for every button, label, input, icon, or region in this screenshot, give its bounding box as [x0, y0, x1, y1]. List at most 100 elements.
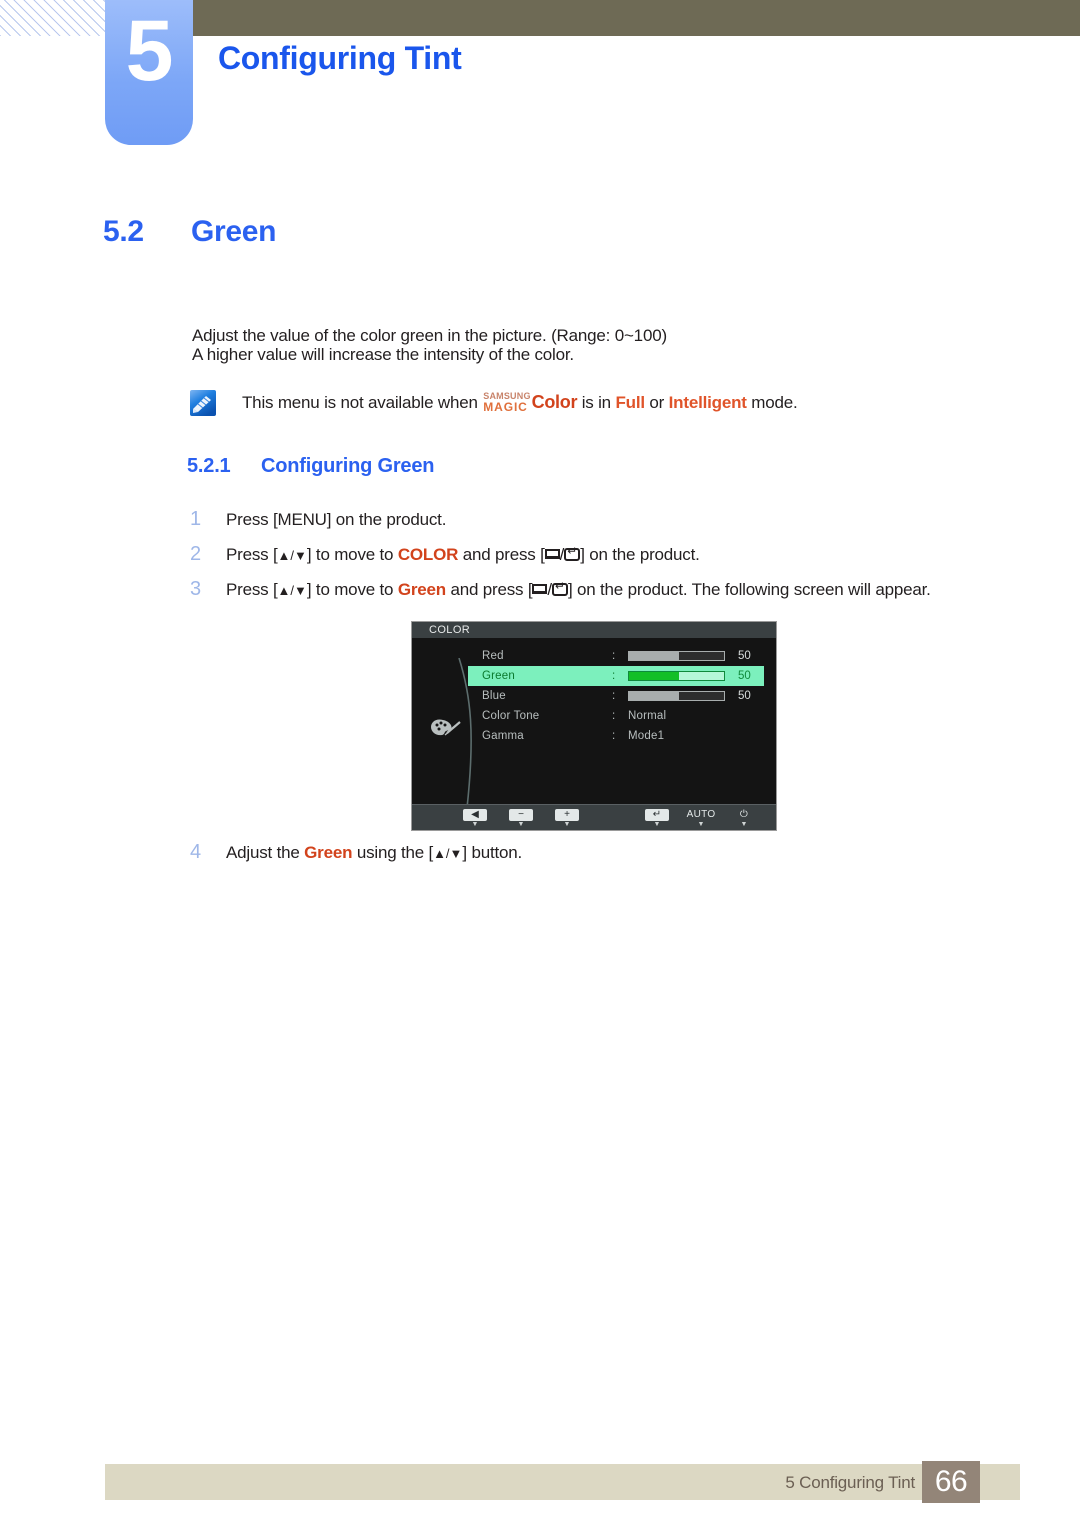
- power-icon: ⏻: [739, 809, 749, 820]
- osd-value-red: 50: [738, 650, 751, 662]
- hatch-pattern-decoration: [0, 0, 110, 36]
- subsection-number: 5.2.1: [187, 455, 231, 477]
- osd-value-color-tone: Normal: [628, 710, 667, 722]
- note-text-middle-2: or: [649, 393, 665, 412]
- description-paragraph-2: A higher value will increase the intensi…: [192, 345, 574, 364]
- osd-slider-blue[interactable]: [628, 691, 725, 701]
- osd-slider-fill: [629, 672, 680, 680]
- plus-icon: +: [555, 809, 579, 821]
- osd-color-menu-screenshot: COLOR Red : 50 Green: 50 Blue: 50 Colo…: [411, 621, 777, 831]
- osd-colon: :: [612, 670, 616, 682]
- osd-plus-button[interactable]: + ▼: [550, 808, 584, 828]
- left-arrow-icon: ◀: [463, 809, 487, 821]
- osd-colon: :: [612, 690, 616, 702]
- osd-slider-fill: [629, 652, 680, 660]
- step-2-text-b: ] to move to: [306, 545, 394, 564]
- source-button-icon: [544, 549, 560, 559]
- osd-colon: :: [612, 710, 616, 722]
- header-olive-bar: [110, 0, 1080, 36]
- section-heading: 5.2 Green: [103, 215, 277, 249]
- up-down-arrow-keys-icon: ▲/▼: [277, 548, 307, 563]
- note-pen-icon: [190, 390, 216, 416]
- step-4-text-c: ] button.: [462, 843, 523, 862]
- osd-label-red: Red: [482, 650, 504, 662]
- step-2-text-a: Press [: [226, 545, 278, 564]
- osd-row-gamma[interactable]: Gamma : Mode1: [468, 726, 764, 746]
- page-header: 5 Configuring Tint: [0, 0, 1080, 160]
- osd-label-color-tone: Color Tone: [482, 710, 540, 722]
- osd-value-blue: 50: [738, 690, 751, 702]
- chevron-down-icon: ▼: [517, 821, 525, 828]
- osd-colon: :: [612, 650, 616, 662]
- enter-button-icon: [564, 545, 581, 561]
- step-4-text-b: using the [: [356, 843, 434, 862]
- step-1-text: Press [MENU] on the product.: [226, 510, 447, 529]
- step-4-text-a: Adjust the: [226, 843, 300, 862]
- step-3-text-d: ] on the product. The following screen w…: [567, 580, 931, 599]
- note-text-after: mode.: [751, 393, 798, 412]
- osd-power-button[interactable]: ⏻ ▼: [727, 808, 761, 828]
- up-down-arrow-keys-icon: ▲/▼: [277, 583, 307, 598]
- note-mode-intelligent: Intelligent: [668, 393, 747, 412]
- step-3-text-b: ] to move to: [306, 580, 394, 599]
- step-4-number: 4: [190, 841, 201, 863]
- note-text: This menu is not available when SAMSUNG …: [242, 392, 798, 414]
- osd-title: COLOR: [429, 624, 471, 636]
- chapter-tab: 5: [105, 0, 193, 145]
- osd-row-color-tone[interactable]: Color Tone : Normal: [468, 706, 764, 726]
- step-2-text-d: ] on the product.: [580, 545, 700, 564]
- step-1-number: 1: [190, 508, 201, 530]
- chevron-down-icon: ▼: [740, 821, 748, 828]
- osd-left-arrow-button[interactable]: ◀ ▼: [458, 808, 492, 828]
- enter-button-icon: [551, 580, 568, 596]
- chevron-down-icon: ▼: [563, 821, 571, 828]
- subsection-title: Configuring Green: [261, 455, 435, 477]
- step-3-text-a: Press [: [226, 580, 278, 599]
- step-4-accent-green: Green: [304, 843, 353, 862]
- section-number: 5.2: [103, 215, 144, 248]
- step-3-number: 3: [190, 578, 201, 600]
- step-2-number: 2: [190, 543, 201, 565]
- osd-value-gamma: Mode1: [628, 730, 665, 742]
- osd-body: Red : 50 Green : 50 Blue : 50 Color Tone: [412, 638, 776, 809]
- up-down-arrow-keys-icon: ▲/▼: [433, 846, 463, 861]
- osd-row-green[interactable]: Green : 50: [468, 666, 764, 686]
- step-2-accent-color-menu: COLOR: [397, 545, 459, 564]
- step-1: 1 Press [MENU] on the product.: [190, 508, 446, 531]
- note-text-middle-1: is in: [581, 393, 611, 412]
- osd-minus-button[interactable]: − ▼: [504, 808, 538, 828]
- osd-slider-fill: [629, 692, 680, 700]
- osd-row-red[interactable]: Red : 50: [468, 646, 764, 666]
- chevron-down-icon: ▼: [471, 821, 479, 828]
- osd-value-green: 50: [738, 670, 751, 682]
- chevron-down-icon: ▼: [697, 821, 705, 828]
- note-mode-full: Full: [615, 393, 645, 412]
- step-2: 2 Press [▲/▼] to move to COLOR and press …: [190, 543, 700, 566]
- step-3-text-c: and press [: [450, 580, 533, 599]
- page-number: 66: [934, 1465, 968, 1498]
- chevron-down-icon: ▼: [653, 821, 661, 828]
- source-button-icon: [532, 584, 548, 594]
- note-text-before: This menu is not available when: [242, 393, 478, 412]
- osd-footer-toolbar: ◀ ▼ − ▼ + ▼ ↵ ▼ AUTO ▼ ⏻ ▼: [412, 804, 776, 830]
- osd-colon: :: [612, 730, 616, 742]
- samsung-magic-logo: SAMSUNG MAGIC: [483, 392, 530, 414]
- osd-slider-green[interactable]: [628, 671, 725, 681]
- osd-label-blue: Blue: [482, 690, 506, 702]
- magic-wordmark: MAGIC: [483, 400, 528, 414]
- subsection-heading: 5.2.1 Configuring Green: [187, 455, 434, 478]
- osd-label-green: Green: [482, 670, 515, 682]
- magic-color-word: Color: [531, 392, 578, 412]
- description-paragraph-1: Adjust the value of the color green in t…: [192, 326, 667, 345]
- osd-enter-button[interactable]: ↵ ▼: [640, 808, 674, 828]
- chapter-number: 5: [125, 3, 174, 99]
- page-footer: 5 Configuring Tint 66: [105, 1461, 1020, 1503]
- chapter-title: Configuring Tint: [218, 40, 462, 76]
- step-3: 3 Press [▲/▼] to move to Green and press …: [190, 578, 931, 601]
- footer-chapter-label: 5 Configuring Tint: [785, 1473, 915, 1492]
- osd-row-blue[interactable]: Blue : 50: [468, 686, 764, 706]
- enter-icon: ↵: [645, 809, 669, 821]
- osd-slider-red[interactable]: [628, 651, 725, 661]
- step-3-accent-green-menu: Green: [397, 580, 446, 599]
- osd-auto-button[interactable]: AUTO ▼: [684, 808, 718, 828]
